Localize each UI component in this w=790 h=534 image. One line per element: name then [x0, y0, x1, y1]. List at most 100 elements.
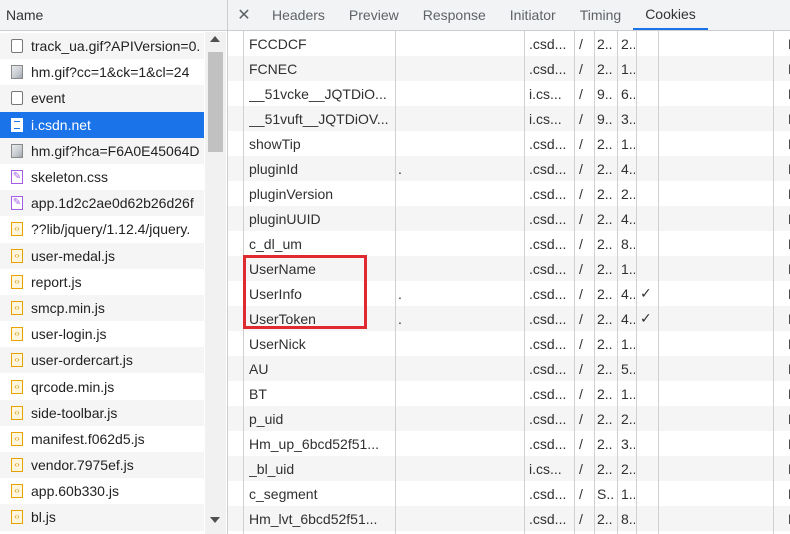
cookie-row[interactable]: __51vcke__JQTDiO...i.cs.../9...6...M	[228, 81, 790, 106]
request-row[interactable]: track_ua.gif?APIVersion=0.	[0, 33, 204, 60]
cookie-name: BT	[249, 385, 267, 402]
cookie-httponly: ✓	[640, 285, 652, 301]
cookie-path: /	[579, 35, 583, 52]
request-name: hm.gif?cc=1&ck=1&cl=24	[31, 64, 190, 81]
cookie-domain: i.cs...	[529, 460, 562, 477]
cookie-row[interactable]: c_dl_um.csd.../2...8...M	[228, 231, 790, 256]
cookie-size: 6...	[621, 85, 635, 102]
cookie-path: /	[579, 460, 583, 477]
cookie-path: /	[579, 85, 583, 102]
cookie-row[interactable]: FCNEC.csd.../2...1...M	[228, 56, 790, 81]
close-icon[interactable]: ✕	[228, 0, 260, 30]
script-icon	[11, 484, 23, 499]
cookie-size: 4...	[621, 285, 635, 302]
tab-cookies[interactable]: Cookies	[633, 0, 708, 30]
request-row[interactable]: vendor.7975ef.js	[0, 452, 204, 479]
request-name: event	[31, 90, 66, 107]
scroll-up-arrow-icon[interactable]	[210, 36, 220, 42]
cookie-size: 4...	[621, 310, 635, 327]
cookie-row[interactable]: pluginUUID.csd.../2...4...M	[228, 206, 790, 231]
cookie-expires: 9...	[597, 110, 613, 127]
name-column-header[interactable]: Name	[0, 0, 227, 31]
request-name: side-toolbar.js	[31, 404, 118, 421]
cookie-domain: .csd...	[529, 510, 567, 527]
script-icon	[11, 405, 23, 420]
request-row[interactable]: app.1d2c2ae0d62b26d26f	[0, 190, 204, 217]
tab-response[interactable]: Response	[411, 0, 498, 30]
request-name: bl.js	[31, 509, 56, 526]
request-name: user-login.js	[31, 326, 107, 343]
scroll-down-arrow-icon[interactable]	[210, 517, 220, 523]
request-row[interactable]: i.csdn.net	[0, 111, 204, 138]
cookie-domain: .csd...	[529, 435, 567, 452]
cookie-row[interactable]: __51vuft__JQTDiOV...i.cs.../9...3...M	[228, 106, 790, 131]
cookie-size: 8...	[621, 235, 635, 252]
request-name: manifest.f062d5.js	[31, 430, 145, 447]
image-icon	[11, 65, 23, 80]
cookie-expires: 2...	[597, 385, 613, 402]
cookie-name: AU	[249, 360, 269, 377]
request-row[interactable]: qrcode.min.js	[0, 373, 204, 399]
details-tab-bar: ✕ Headers Preview Response Initiator Tim…	[228, 0, 790, 31]
cookie-expires: 2...	[597, 135, 613, 152]
cookie-expires: 2...	[597, 435, 613, 452]
scrollbar-thumb[interactable]	[208, 52, 223, 152]
cookie-path: /	[579, 135, 583, 152]
cookie-size: 1...	[621, 335, 635, 352]
cookie-row[interactable]: BT.csd.../2...1...M	[228, 381, 790, 406]
cookie-row[interactable]: AU.csd.../2...5...M	[228, 356, 790, 381]
request-row[interactable]: hm.gif?cc=1&ck=1&cl=24	[0, 59, 204, 85]
request-row[interactable]: user-medal.js	[0, 242, 204, 269]
cookie-row[interactable]: c_segment.csd.../S...1...M	[228, 481, 790, 506]
cookie-domain: i.cs...	[529, 85, 562, 102]
column-divider	[658, 31, 659, 534]
cookie-row[interactable]: pluginVersion.csd.../2...2...M	[228, 181, 790, 206]
cookie-value: .	[398, 285, 402, 302]
request-row[interactable]: skeleton.css	[0, 164, 204, 190]
script-icon	[11, 327, 23, 342]
request-row[interactable]: manifest.f062d5.js	[0, 426, 204, 452]
cookie-domain: .csd...	[529, 35, 567, 52]
cookie-path: /	[579, 385, 583, 402]
cookie-row[interactable]: Hm_lvt_6bcd52f51....csd.../2...8...M	[228, 506, 790, 531]
cookie-domain: .csd...	[529, 160, 567, 177]
cookie-size: 4...	[621, 210, 635, 227]
tab-timing[interactable]: Timing	[568, 0, 634, 30]
cookie-expires: 9...	[597, 85, 613, 102]
request-row[interactable]: app.60b330.js	[0, 478, 204, 504]
cookie-expires: 2...	[597, 235, 613, 252]
cookie-row[interactable]: showTip.csd.../2...1...M	[228, 131, 790, 156]
request-name: app.60b330.js	[31, 483, 119, 500]
cookie-row[interactable]: _bl_uidi.cs.../2...2...M	[228, 456, 790, 481]
request-row[interactable]: user-login.js	[0, 321, 204, 347]
cookie-name: __51vuft__JQTDiOV...	[249, 110, 389, 127]
tab-preview[interactable]: Preview	[337, 0, 411, 30]
request-row[interactable]: side-toolbar.js	[0, 399, 204, 426]
request-name: qrcode.min.js	[31, 378, 115, 395]
script-icon	[11, 274, 23, 289]
cookie-path: /	[579, 310, 583, 327]
script-icon	[11, 222, 23, 237]
tab-headers[interactable]: Headers	[260, 0, 337, 30]
cookie-row[interactable]: Hm_up_6bcd52f51....csd.../2...3...M	[228, 431, 790, 456]
cookie-row[interactable]: pluginId..csd.../2...4...M	[228, 156, 790, 181]
tab-initiator[interactable]: Initiator	[498, 0, 568, 30]
request-row[interactable]: smcp.min.js	[0, 294, 204, 322]
request-row[interactable]: user-ordercart.js	[0, 347, 204, 374]
cookie-name: FCCDCF	[249, 35, 307, 52]
request-row[interactable]: report.js	[0, 269, 204, 295]
request-row[interactable]: hm.gif?hca=F6A0E45064D	[0, 137, 204, 164]
cookie-row[interactable]: UserNick.csd.../2...1...M	[228, 331, 790, 356]
cookie-path: /	[579, 235, 583, 252]
request-row[interactable]: ??lib/jquery/1.12.4/jquery.	[0, 216, 204, 242]
cookie-size: 1...	[621, 60, 635, 77]
column-divider	[594, 31, 595, 534]
cookie-row[interactable]: FCCDCF.csd.../2...2...M	[228, 31, 790, 56]
request-row[interactable]: bl.js	[0, 504, 204, 531]
request-name: user-ordercart.js	[31, 352, 133, 369]
cookie-row[interactable]: p_uid.csd.../2...2...M	[228, 406, 790, 431]
request-row[interactable]: event	[0, 85, 204, 112]
cookie-expires: 2...	[597, 185, 613, 202]
cookie-path: /	[579, 60, 583, 77]
cookie-path: /	[579, 285, 583, 302]
